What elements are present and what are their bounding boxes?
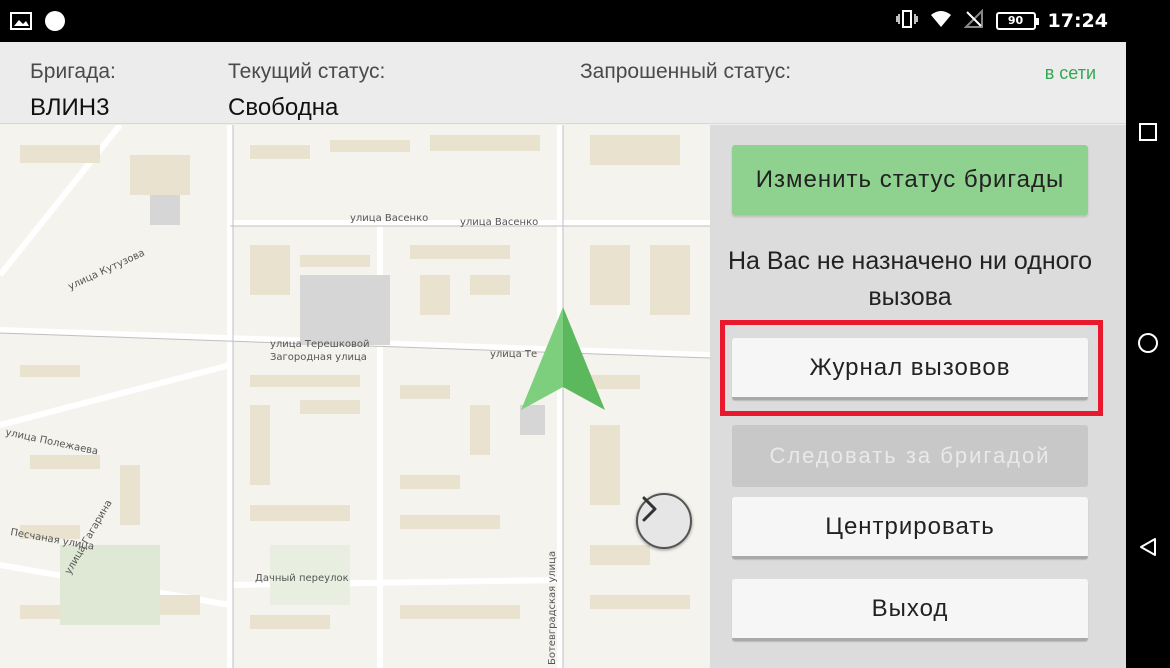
- clock-time: 17:24: [1047, 10, 1108, 32]
- current-status-label: Текущий статус:: [228, 60, 386, 83]
- battery-icon: 90: [995, 12, 1039, 30]
- wifi-icon: [930, 10, 952, 32]
- header: Бригада: ВЛИН3 Текущий статус: Свободна …: [0, 42, 1126, 124]
- current-status-value: Свободна: [228, 94, 339, 121]
- back-triangle-icon: [1140, 538, 1156, 556]
- street-label: улица Полежаева: [4, 427, 99, 457]
- exit-button[interactable]: Выход: [732, 579, 1088, 641]
- change-status-button[interactable]: Изменить статус бригады: [732, 145, 1088, 215]
- recents-button[interactable]: [1136, 120, 1160, 144]
- vibrate-icon: [895, 9, 918, 33]
- no-calls-notice: На Вас не назначено ни одного вызова: [727, 247, 1093, 311]
- chevron-right-icon: [642, 496, 657, 522]
- status-bar: 90 17:24: [0, 0, 1126, 42]
- circle-home-icon: [1138, 333, 1158, 353]
- brigade-value: ВЛИН3: [30, 94, 110, 121]
- no-signal-icon: [963, 8, 984, 33]
- home-button[interactable]: [1136, 331, 1160, 355]
- center-button[interactable]: Центрировать: [732, 497, 1088, 559]
- circle-icon: [44, 10, 66, 36]
- street-label: Ботевградская улица: [547, 551, 558, 665]
- app-screen: 90 17:24 Бригада: ВЛИН3 Текущий статус: …: [0, 0, 1126, 668]
- brigade-label: Бригада:: [30, 60, 116, 83]
- street-label: Дачный переулок: [255, 573, 349, 584]
- image-icon: [10, 12, 32, 34]
- expand-panel-button[interactable]: [636, 493, 692, 549]
- follow-brigade-button: Следовать за бригадой: [732, 425, 1088, 487]
- square-icon: [1139, 123, 1157, 141]
- navigation-bar: [1126, 0, 1170, 668]
- map-canvas: улица Васенко улица Васенко улица Кутузо…: [0, 125, 710, 668]
- call-log-button[interactable]: Журнал вызовов: [732, 338, 1088, 400]
- street-label: Загородная улица: [270, 352, 367, 363]
- back-button[interactable]: [1136, 535, 1160, 559]
- street-label: улица Терешковой: [270, 339, 370, 350]
- street-label: улица Васенко: [350, 213, 428, 224]
- requested-status-label: Запрошенный статус:: [580, 60, 792, 83]
- actions-panel: Изменить статус бригады На Вас не назнач…: [710, 125, 1126, 668]
- street-label: улица Кутузова: [67, 248, 147, 293]
- map-view[interactable]: улица Васенко улица Васенко улица Кутузо…: [0, 125, 710, 668]
- connection-status: в сети: [1044, 63, 1096, 83]
- street-label: улица Васенко: [460, 217, 538, 228]
- street-label: улица Те: [490, 349, 537, 360]
